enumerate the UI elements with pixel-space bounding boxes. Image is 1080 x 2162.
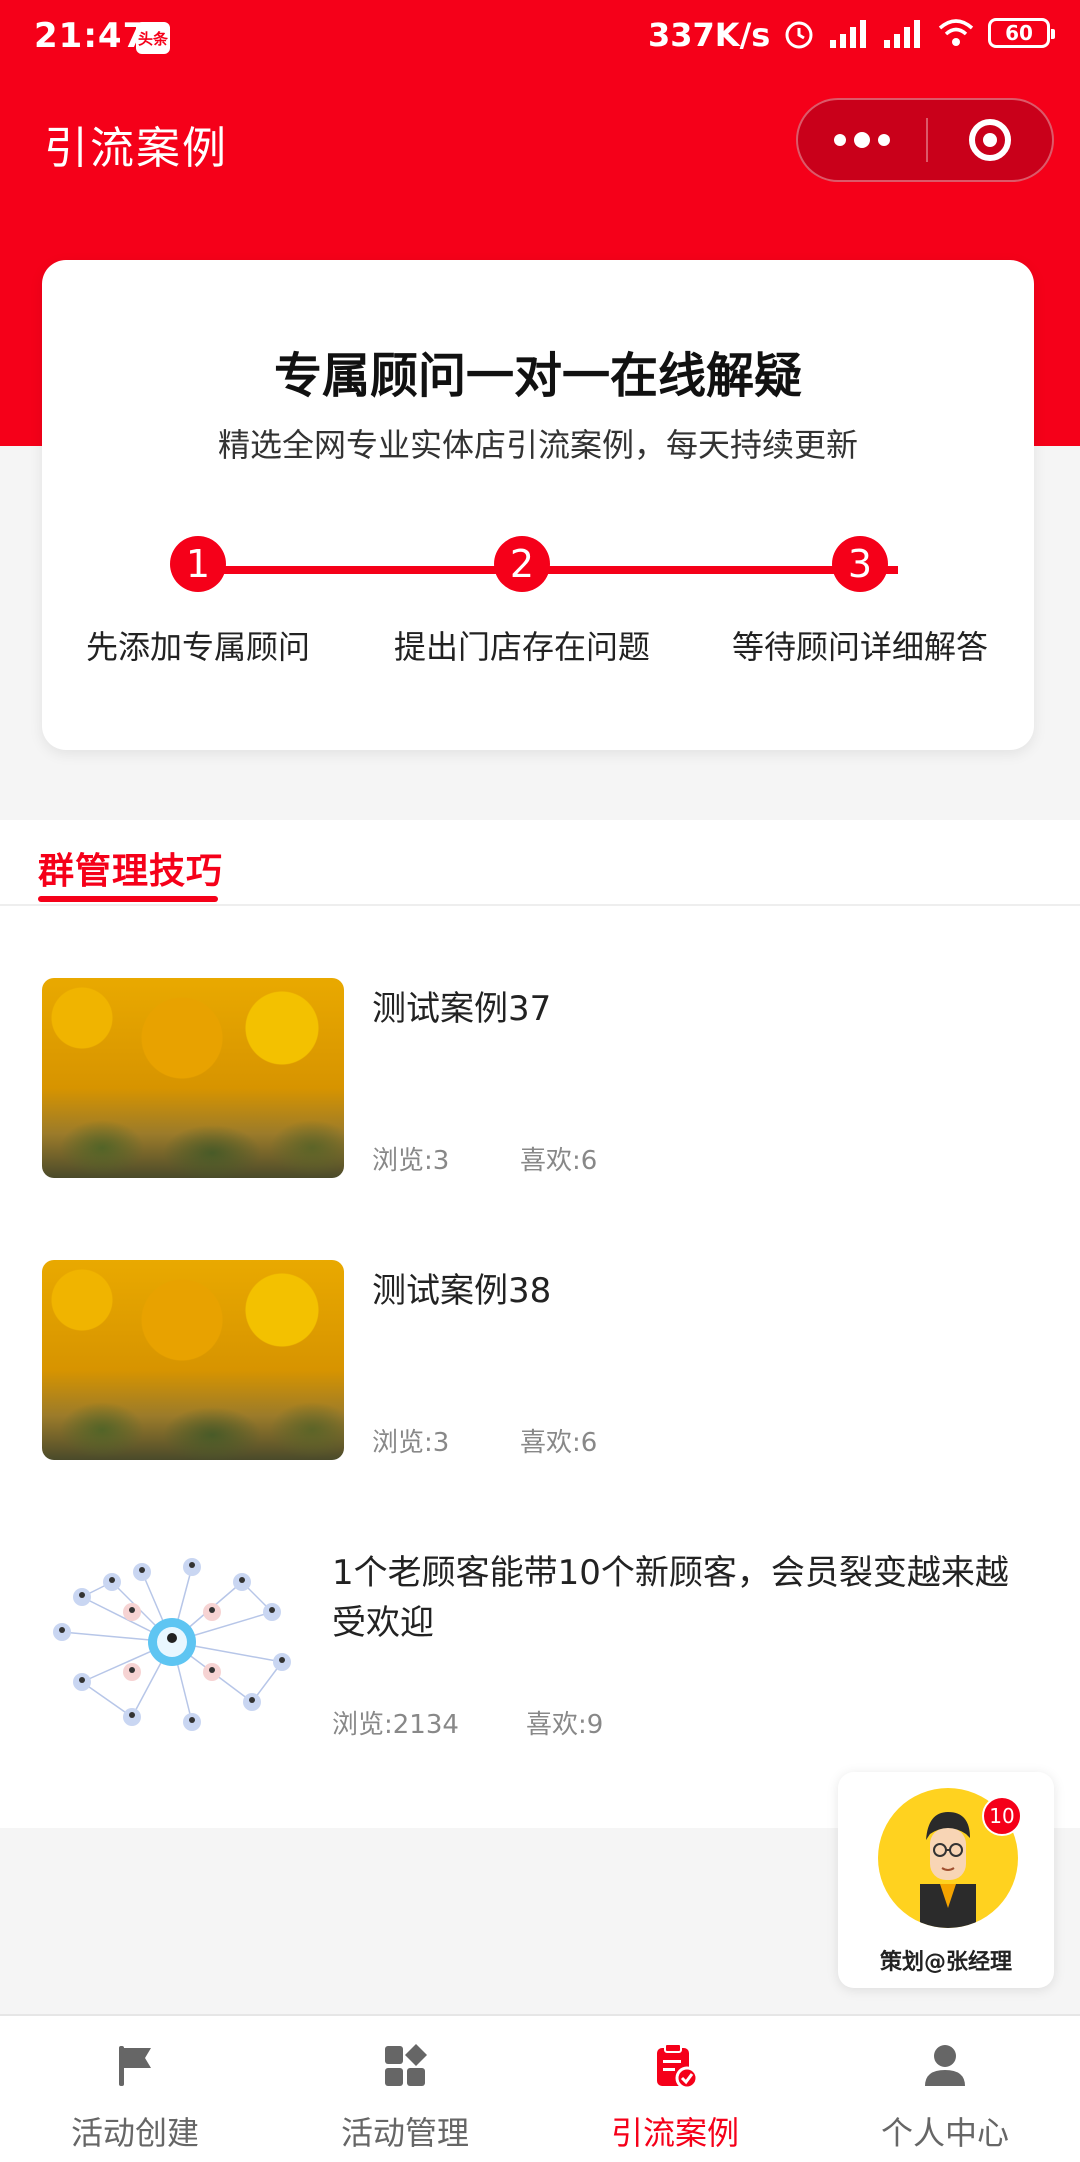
step-label: 先添加专属顾问	[85, 628, 311, 666]
status-time: 21:47	[34, 16, 148, 56]
flag-icon	[119, 2046, 151, 2086]
target-circle-icon[interactable]	[928, 100, 1052, 180]
tab-activity-manage[interactable]: 活动管理	[270, 2016, 540, 2162]
case-thumbnail	[42, 1260, 344, 1460]
consultant-float-button[interactable]: 10 策划@张经理	[838, 1772, 1054, 1988]
case-section: 群管理技巧 测试案例37 浏览:3 喜欢:6 测试案例38 浏览:3 喜欢:6	[0, 820, 1080, 1828]
wifi-icon	[938, 19, 974, 46]
status-bar: 21:47 头条 337K/s 60	[0, 0, 1080, 76]
status-icons: 60	[782, 16, 1055, 50]
battery-icon: 60	[988, 18, 1055, 48]
tab-group-management[interactable]: 群管理技巧	[38, 842, 223, 894]
tab-label: 活动创建	[70, 2114, 199, 2152]
case-likes: 喜欢:6	[520, 1146, 598, 1176]
news-app-icon: 头条	[136, 22, 170, 54]
advisor-card[interactable]: 专属顾问一对一在线解疑 精选全网专业实体店引流案例，每天持续更新 1 2 3 先…	[42, 260, 1034, 750]
case-likes: 喜欢:6	[520, 1428, 598, 1458]
divider	[0, 904, 1080, 906]
step-number: 3	[832, 536, 888, 592]
bottom-tab-bar: 活动创建 活动管理 引流案例 个人中心	[0, 2014, 1080, 2162]
page-title: 引流案例	[44, 123, 228, 174]
list-item[interactable]: 测试案例38 浏览:3 喜欢:6	[0, 1260, 1080, 1480]
list-item[interactable]: 1个老顾客能带10个新顾客，会员裂变越来越受欢迎 浏览:2134 喜欢:9	[0, 1542, 1080, 1762]
signal-icon	[884, 20, 920, 48]
case-thumbnail	[42, 978, 344, 1178]
grid-icon	[385, 2044, 427, 2086]
step-number: 1	[170, 536, 226, 592]
case-views: 浏览:3	[372, 1146, 450, 1176]
case-thumbnail	[42, 1542, 306, 1742]
signal-icon	[830, 20, 866, 48]
tab-label: 引流案例	[610, 2114, 739, 2152]
advisor-title: 专属顾问一对一在线解疑	[273, 348, 802, 404]
case-title: 测试案例38	[372, 1271, 552, 1311]
tab-label: 个人中心	[880, 2114, 1009, 2152]
step-label: 等待顾问详细解答	[731, 628, 989, 666]
tab-label: 活动管理	[340, 2114, 469, 2152]
tab-personal-center[interactable]: 个人中心	[810, 2016, 1080, 2162]
mini-program-capsule	[796, 98, 1054, 182]
case-likes: 喜欢:9	[526, 1710, 604, 1740]
network-speed: 337K/s	[648, 16, 771, 54]
tab-activity-create[interactable]: 活动创建	[0, 2016, 270, 2162]
list-item[interactable]: 测试案例37 浏览:3 喜欢:6	[0, 978, 1080, 1198]
more-dots-icon[interactable]	[798, 100, 926, 180]
person-icon	[925, 2045, 965, 2086]
case-views: 浏览:2134	[332, 1710, 459, 1740]
case-title: 1个老顾客能带10个新顾客，会员裂变越来越受欢迎	[332, 1553, 1009, 1643]
case-title: 测试案例37	[372, 989, 552, 1029]
step-number: 2	[494, 536, 550, 592]
step-label: 提出门店存在问题	[393, 628, 651, 666]
consultant-label: 策划@张经理	[879, 1950, 1012, 1975]
tab-lead-cases[interactable]: 引流案例	[540, 2016, 810, 2162]
notification-badge: 10	[982, 1796, 1022, 1836]
case-views: 浏览:3	[372, 1428, 450, 1458]
advisor-subtitle: 精选全网专业实体店引流案例，每天持续更新	[217, 426, 858, 464]
clipboard-check-icon	[657, 2043, 699, 2090]
tab-underline	[38, 896, 218, 902]
alarm-icon	[785, 21, 813, 49]
